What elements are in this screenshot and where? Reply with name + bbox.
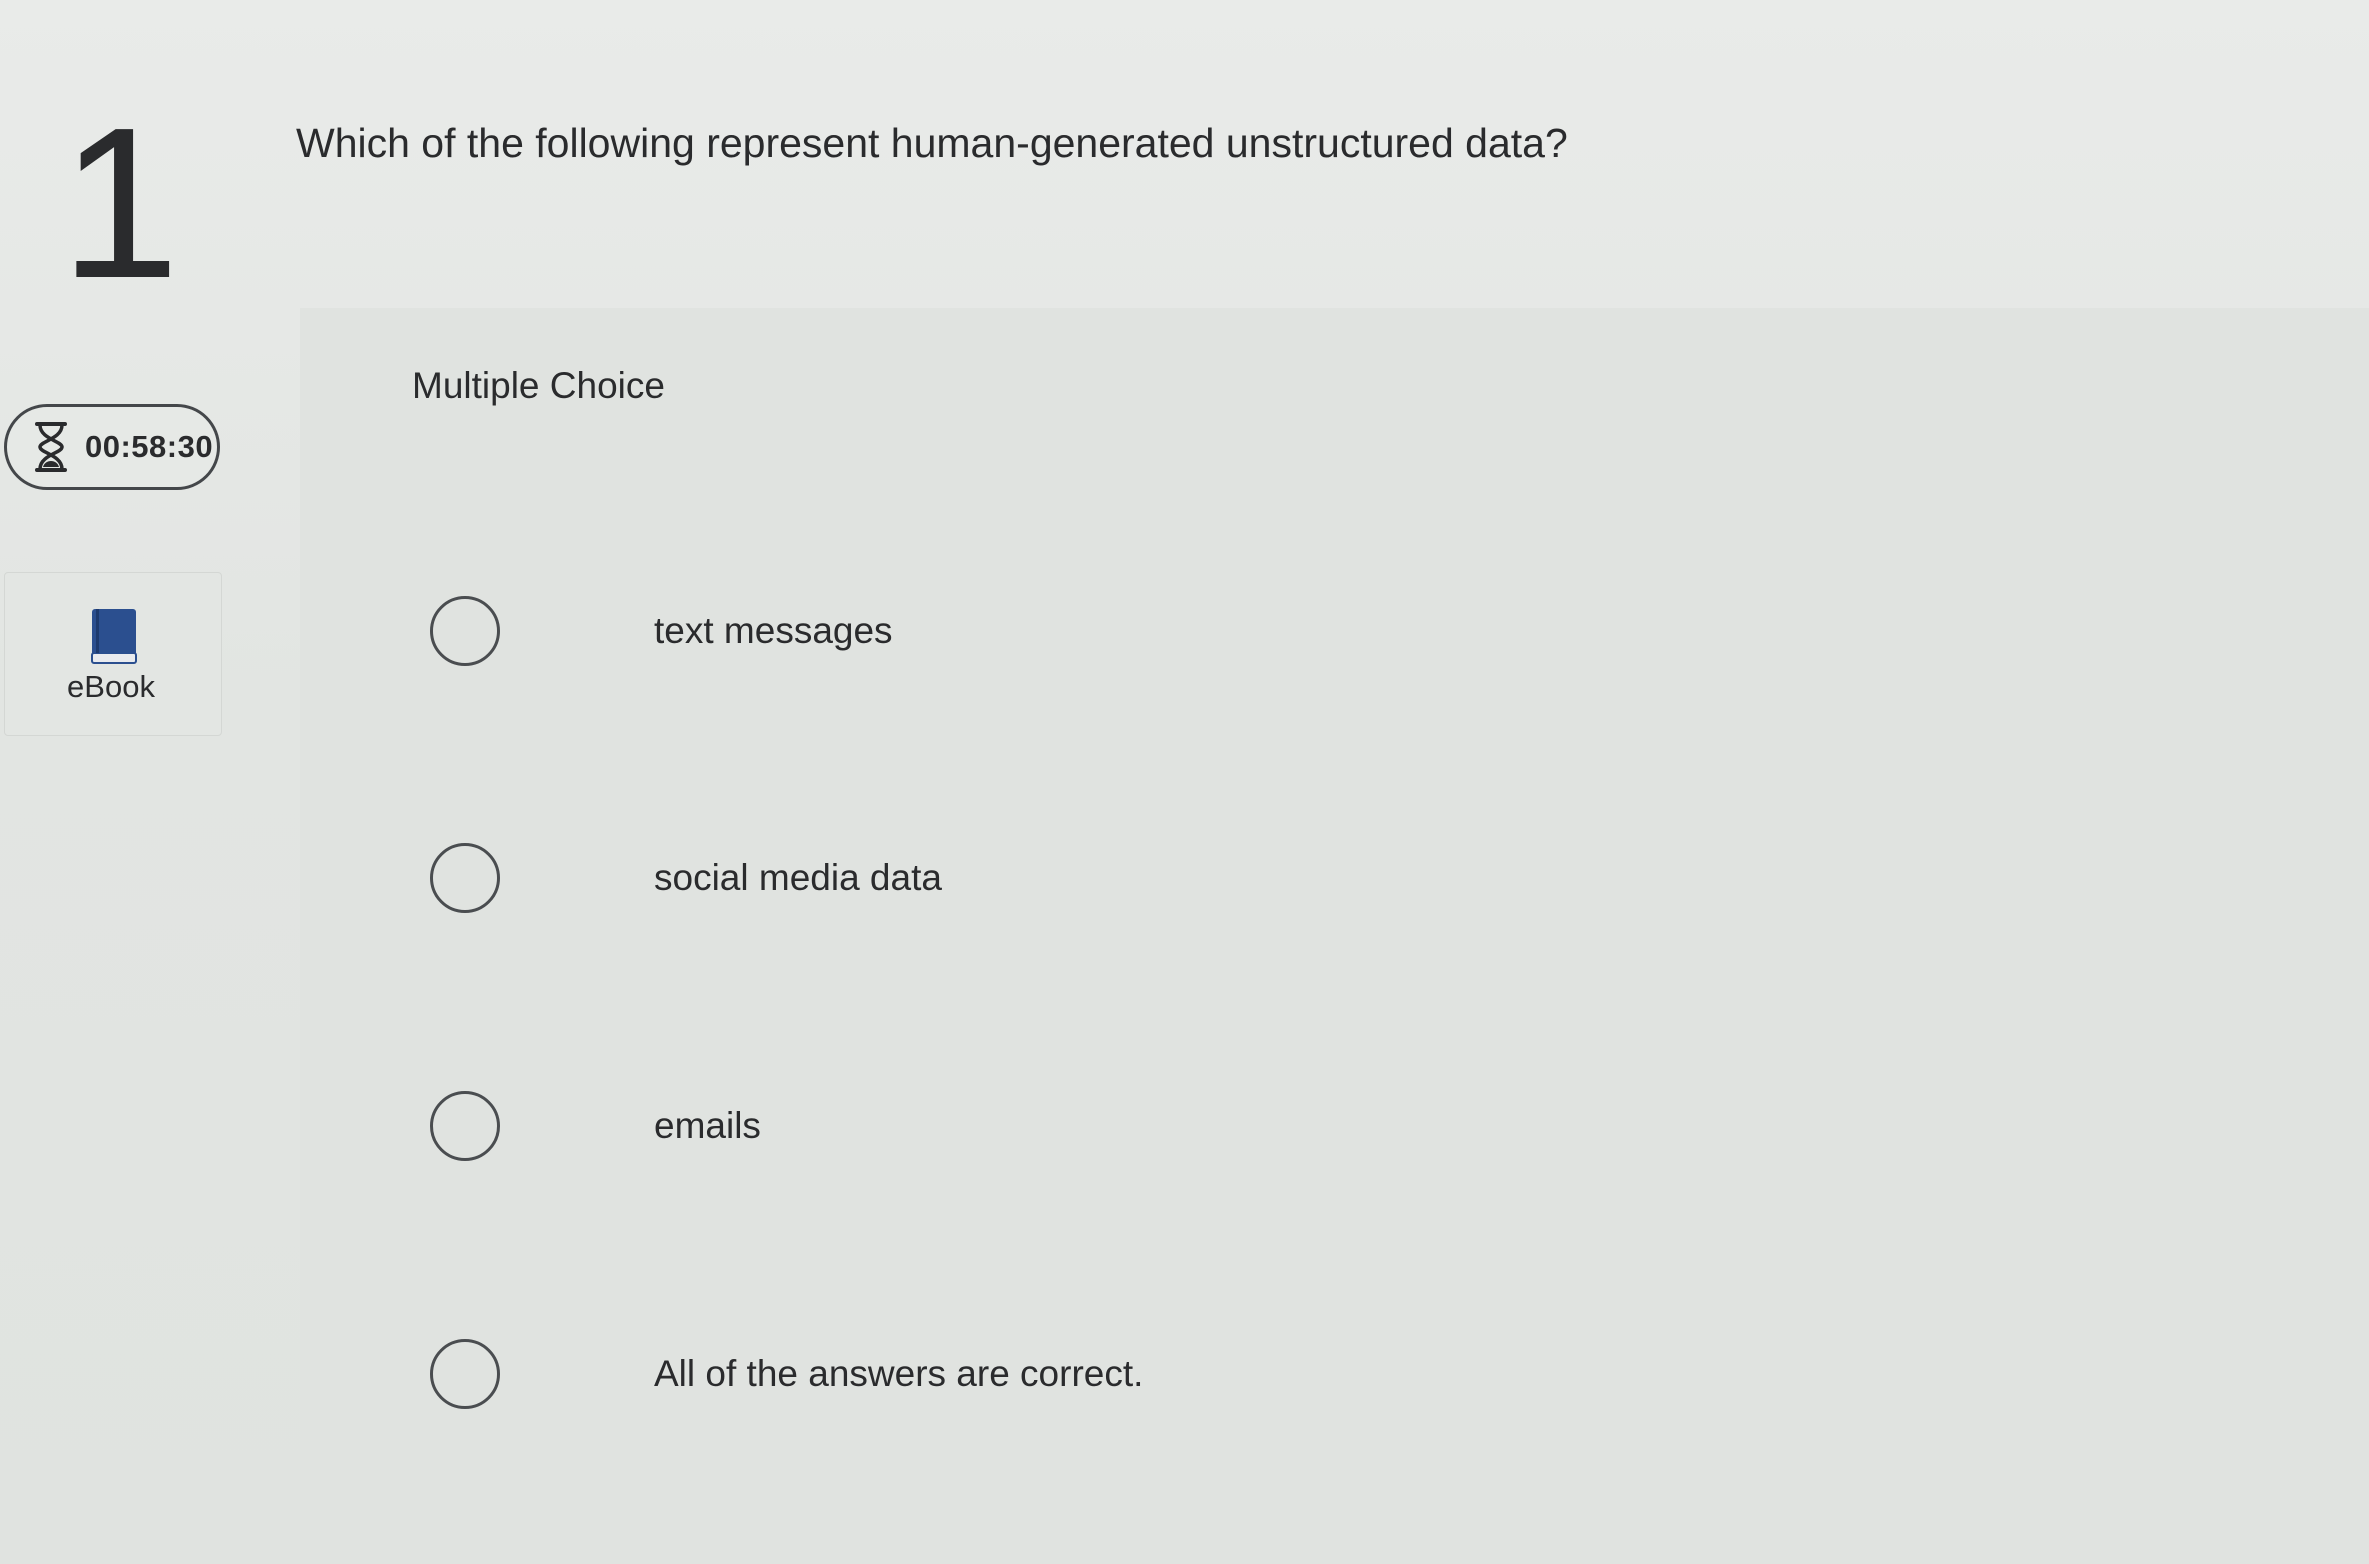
quiz-page: 1 00:58:30 eBook Which of the following …: [0, 0, 2369, 1564]
timer-value: 00:58:30: [85, 429, 214, 464]
radio-button[interactable]: [430, 843, 500, 913]
answer-option-label: social media data: [654, 857, 942, 898]
timer-badge[interactable]: 00:58:30: [4, 404, 220, 490]
answer-option-3[interactable]: emails: [430, 1081, 1830, 1171]
ebook-button[interactable]: eBook: [4, 572, 222, 736]
book-icon: [91, 609, 137, 664]
answer-option-4[interactable]: All of the answers are correct.: [430, 1329, 1830, 1419]
answer-option-label: text messages: [654, 610, 893, 651]
radio-button[interactable]: [430, 596, 500, 666]
radio-button[interactable]: [430, 1091, 500, 1161]
hourglass-icon: [35, 422, 67, 472]
question-prompt: Which of the following represent human-g…: [296, 120, 1568, 166]
question-number: 1: [60, 82, 180, 323]
radio-button[interactable]: [430, 1339, 500, 1409]
answer-option-label: emails: [654, 1105, 761, 1146]
answer-option-2[interactable]: social media data: [430, 833, 1830, 923]
question-type-label: Multiple Choice: [412, 365, 665, 406]
ebook-label: eBook: [67, 669, 155, 704]
answer-option-label: All of the answers are correct.: [654, 1353, 1144, 1394]
answer-option-1[interactable]: text messages: [430, 586, 1830, 676]
